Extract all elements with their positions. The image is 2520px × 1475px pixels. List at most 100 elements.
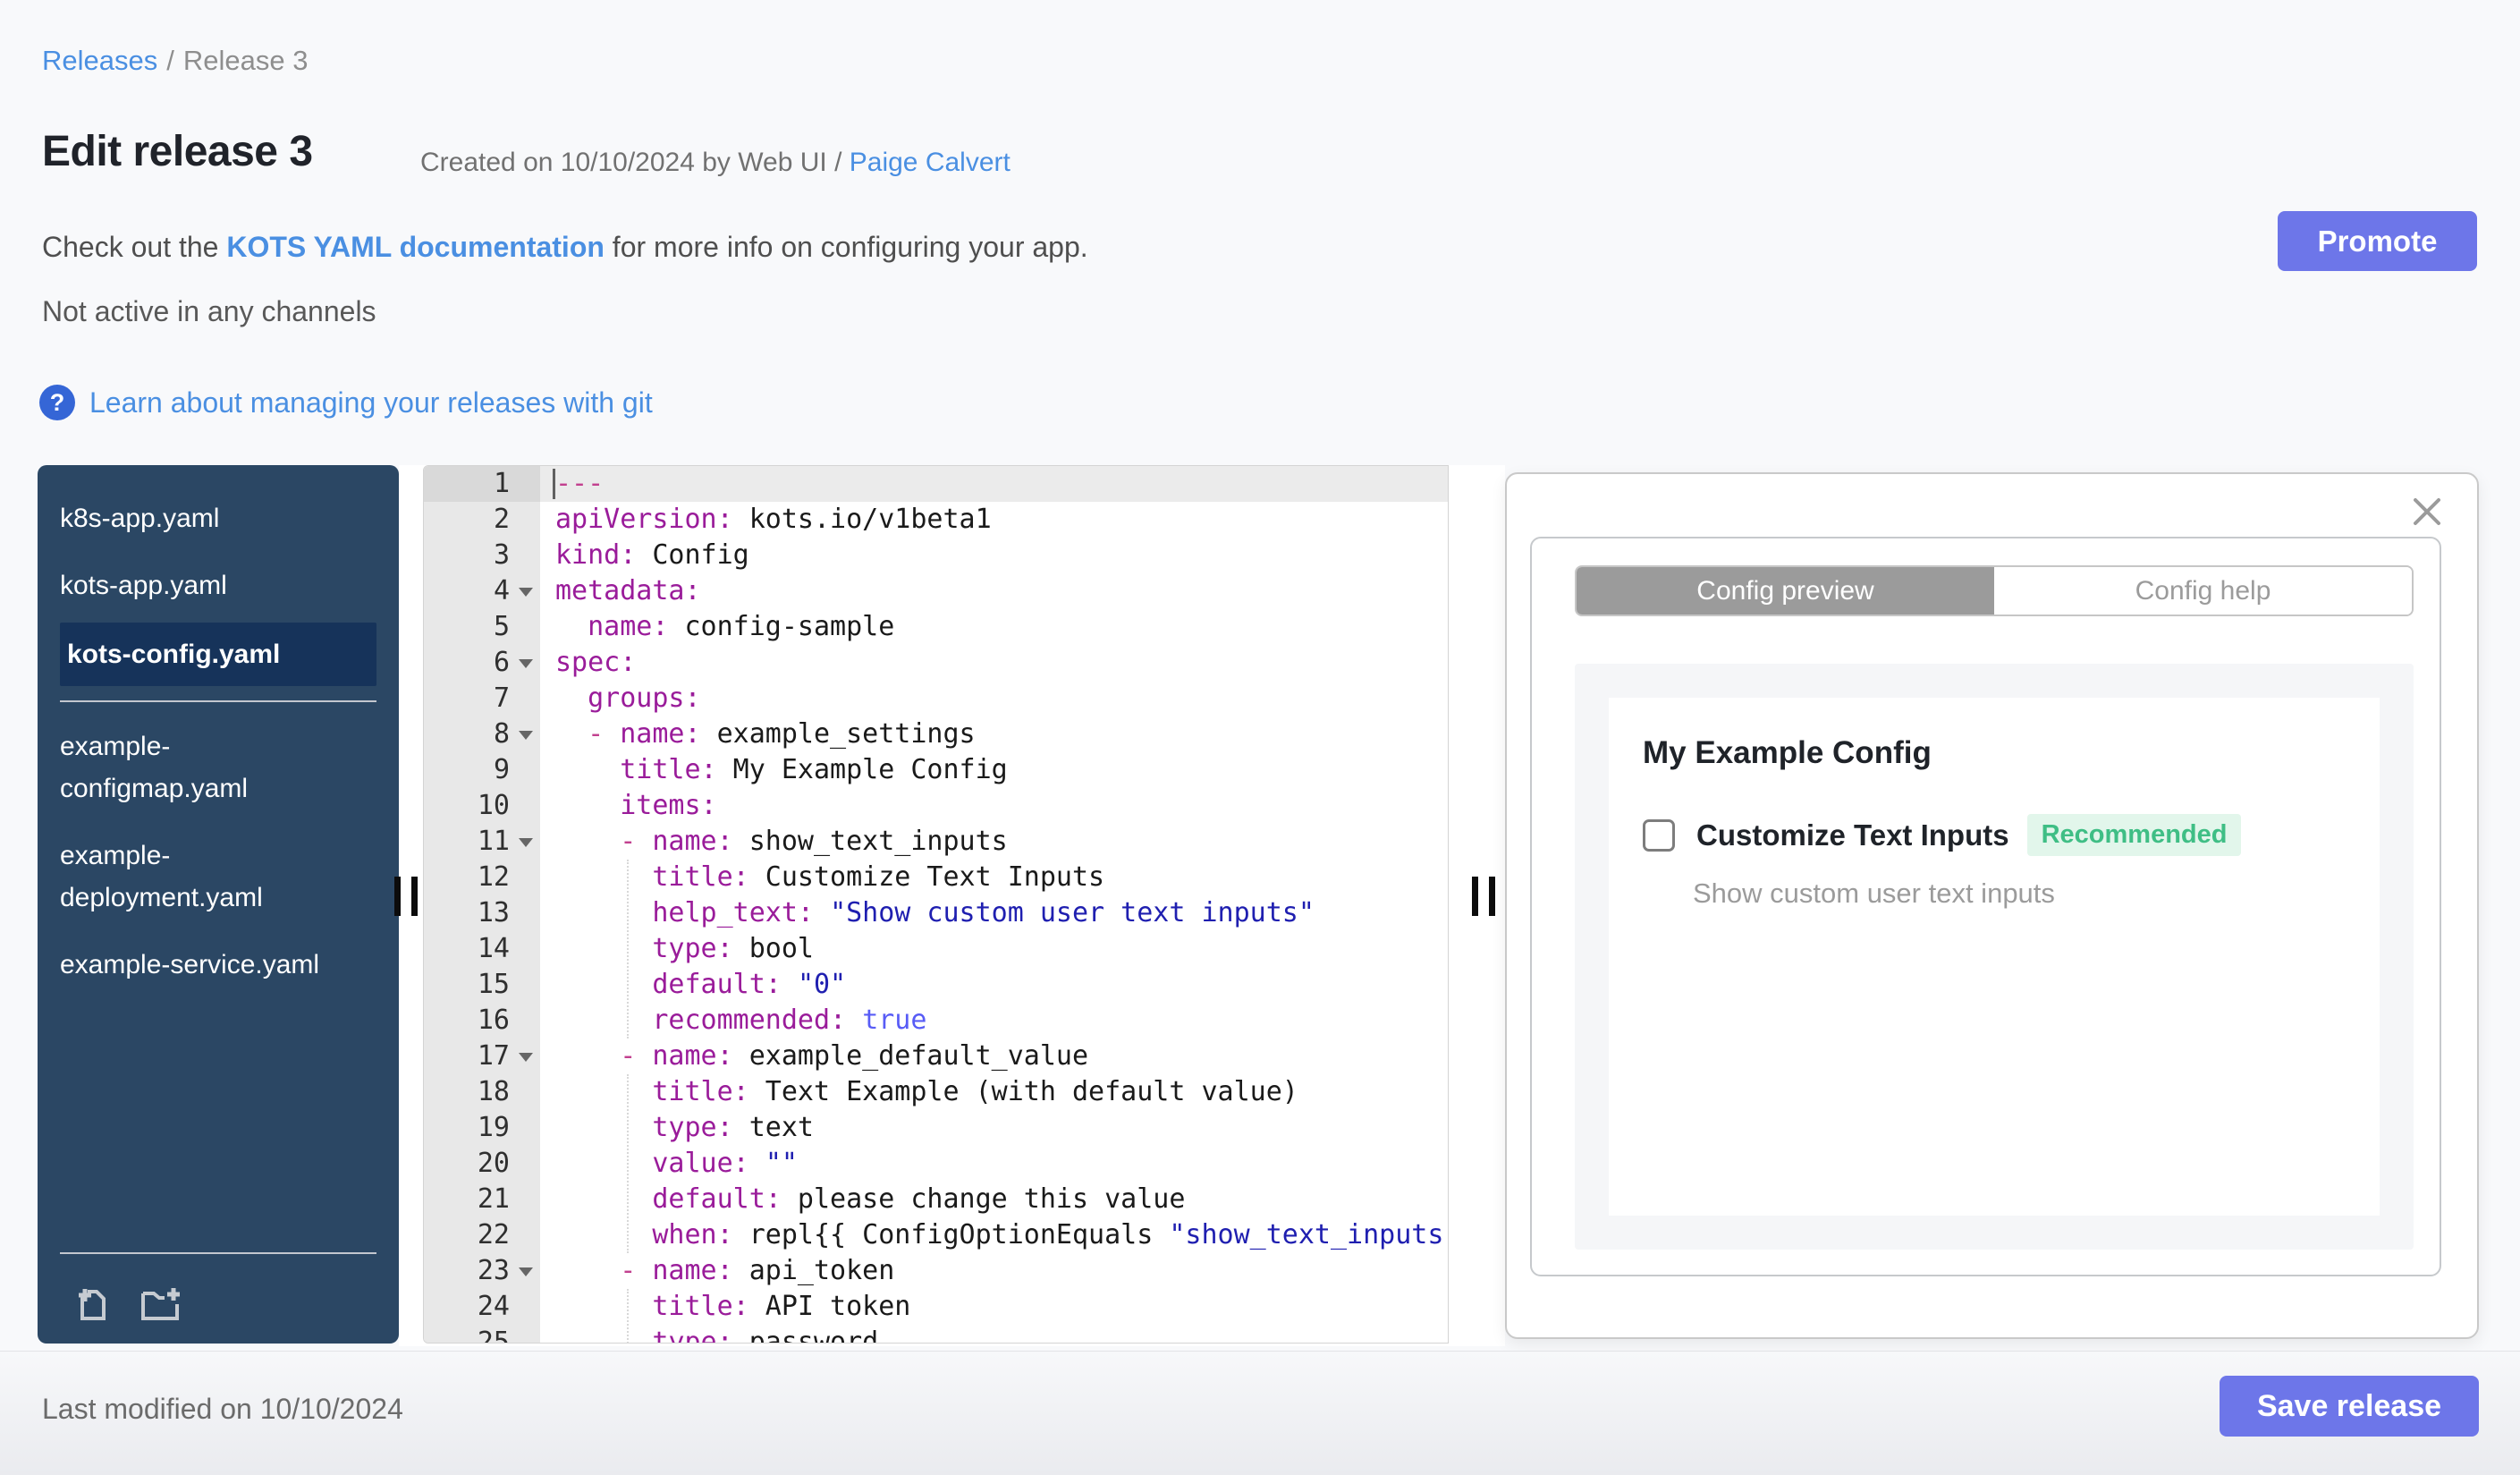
created-line: Created on 10/10/2024 by Web UI / Paige … — [420, 148, 1011, 178]
gutter-line-6: 6 — [424, 645, 540, 681]
sidebar-file-kots-app.yaml[interactable]: kots-app.yaml — [38, 555, 399, 615]
author-link[interactable]: Paige Calvert — [850, 148, 1011, 177]
code-line-20: value: "" — [652, 1148, 798, 1179]
sidebar-file-kots-config.yaml[interactable]: kots-config.yaml — [60, 623, 376, 686]
breadcrumb-releases-link[interactable]: Releases — [42, 45, 157, 76]
sidebar-file-k8s-app.yaml[interactable]: k8s-app.yaml — [38, 488, 399, 548]
gutter-line-5: 5 — [493, 611, 510, 642]
file-label: kots-config.yaml — [67, 640, 281, 669]
close-icon[interactable] — [2409, 494, 2445, 530]
fold-arrow-icon[interactable] — [519, 659, 533, 668]
sidebar-editor-resize-handle[interactable] — [394, 877, 421, 916]
preview-inner-box: Config preview Config help My Example Co… — [1530, 537, 2441, 1276]
file-label: example-configmap.yaml — [60, 732, 249, 803]
gutter-line-7: 7 — [493, 682, 510, 714]
code-line-6: spec: — [555, 647, 637, 678]
fold-arrow-icon[interactable] — [519, 838, 533, 847]
gutter-line-13: 13 — [477, 897, 510, 928]
gutter-line-1: 1 — [424, 466, 540, 502]
config-item-help-text: Show custom user text inputs — [1693, 877, 2055, 909]
gutter-line-19: 19 — [477, 1112, 510, 1143]
file-list: k8s-app.yaml kots-app.yaml kots-config.yam… — [38, 465, 399, 995]
editor-preview-resize-handle[interactable] — [1472, 877, 1499, 916]
file-label: k8s-app.yaml — [60, 504, 220, 533]
gutter-line-24: 24 — [477, 1291, 510, 1322]
code-line-14: type: bool — [652, 933, 814, 964]
code-line-25: type: password — [652, 1327, 879, 1344]
gutter-line-25: 25 — [477, 1327, 510, 1344]
breadcrumb-separator: / — [166, 45, 174, 76]
tab-config-preview[interactable]: Config preview — [1577, 567, 1994, 615]
config-group-title: My Example Config — [1643, 735, 1932, 770]
help-circle-icon: ? — [39, 385, 75, 420]
recommended-badge: Recommended — [2026, 814, 2242, 856]
yaml-code-editor[interactable]: 1 2 3 4 5 6 7 8 9 10 11 12 13 14 15 16 17 18 19 20 21 22 23 24 2… — [423, 465, 1449, 1344]
code-line-4: metadata: — [555, 575, 701, 606]
add-file-icon[interactable] — [73, 1283, 114, 1324]
code-line-24: title: API token — [652, 1291, 911, 1322]
gutter-line-23: 23 — [424, 1253, 540, 1289]
gutter-line-2: 2 — [493, 504, 510, 535]
gutter-line-4: 4 — [424, 573, 540, 609]
fold-arrow-icon[interactable] — [519, 1053, 533, 1062]
kots-yaml-doc-link[interactable]: KOTS YAML documentation — [226, 231, 605, 263]
doc-hint-before: Check out the — [42, 231, 227, 263]
git-help-link[interactable]: ? Learn about managing your releases wit… — [39, 385, 653, 420]
gutter-line-12: 12 — [477, 861, 510, 893]
code-line-17: - name: example_default_value — [620, 1040, 1089, 1072]
sidebar-divider — [60, 700, 376, 702]
code-line-15: default: "0" — [652, 969, 847, 1000]
gutter-line-20: 20 — [477, 1148, 510, 1179]
gutter-line-16: 16 — [477, 1005, 510, 1036]
gutter-line-3: 3 — [493, 539, 510, 571]
sidebar-file-example-deployment.yaml[interactable]: example-deployment.yaml — [38, 826, 399, 928]
sidebar-divider — [60, 1252, 376, 1254]
gutter-line-21: 21 — [477, 1183, 510, 1215]
code-line-2: apiVersion: kots.io/v1beta1 — [555, 504, 992, 535]
code-line-11: - name: show_text_inputs — [620, 826, 1008, 857]
git-link-label: Learn about managing your releases with … — [89, 386, 653, 419]
gutter-line-14: 14 — [477, 933, 510, 964]
last-modified-text: Last modified on 10/10/2024 — [42, 1393, 403, 1425]
fold-arrow-icon[interactable] — [519, 588, 533, 597]
gutter-line-8: 8 — [424, 716, 540, 752]
gutter-line-17: 17 — [424, 1038, 540, 1074]
code-line-8: - name: example_settings — [588, 718, 976, 750]
code-line-5: name: config-sample — [588, 611, 895, 642]
save-release-button[interactable]: Save release — [2220, 1376, 2479, 1437]
editor-gutter: 1 2 3 4 5 6 7 8 9 10 11 12 13 14 15 16 17 18 19 20 21 22 23 24 2… — [424, 466, 540, 1344]
code-line-22: when: repl{{ ConfigOptionEquals "show_te… — [652, 1219, 1449, 1250]
sidebar-file-example-service.yaml[interactable]: example-service.yaml — [38, 935, 399, 995]
sidebar-file-example-configmap.yaml[interactable]: example-configmap.yaml — [38, 716, 399, 818]
channels-status: Not active in any channels — [42, 295, 376, 327]
config-item-label: Customize Text Inputs — [1696, 818, 2009, 852]
text-cursor — [553, 469, 555, 499]
file-label: example-service.yaml — [60, 950, 320, 979]
promote-button[interactable]: Promote — [2278, 211, 2477, 271]
sidebar-actions — [38, 1238, 399, 1344]
gutter-line-22: 22 — [477, 1219, 510, 1250]
code-line-12: title: Customize Text Inputs — [652, 861, 1105, 893]
doc-hint-after: for more info on configuring your app. — [604, 231, 1088, 263]
code-line-10: items: — [620, 790, 717, 821]
code-line-23: - name: api_token — [620, 1255, 895, 1286]
indent-guide — [627, 860, 629, 1038]
preview-body: My Example Config Customize Text Inputs … — [1575, 664, 2414, 1250]
gutter-line-18: 18 — [477, 1076, 510, 1107]
fold-arrow-icon[interactable] — [519, 1267, 533, 1276]
add-folder-icon[interactable] — [138, 1283, 182, 1324]
page-title: Edit release 3 — [42, 128, 313, 175]
config-item-row: Customize Text Inputs Recommended — [1643, 814, 2346, 856]
editor-code-area[interactable]: --- apiVersion: kots.io/v1beta1 kind: Conf… — [540, 466, 1449, 1344]
gutter-line-15: 15 — [477, 969, 510, 1000]
gutter-line-9: 9 — [493, 754, 510, 785]
fold-arrow-icon[interactable] — [519, 731, 533, 740]
file-label: kots-app.yaml — [60, 571, 227, 600]
indent-guide — [627, 1289, 629, 1343]
breadcrumb-current: Release 3 — [182, 45, 309, 76]
tab-config-help[interactable]: Config help — [1994, 567, 2412, 615]
code-line-13: help_text: "Show custom user text inputs… — [652, 897, 1315, 928]
code-line-3: kind: Config — [555, 539, 749, 571]
customize-text-inputs-checkbox[interactable] — [1643, 818, 1675, 852]
file-sidebar: k8s-app.yaml kots-app.yaml kots-config.yam… — [38, 465, 399, 1344]
